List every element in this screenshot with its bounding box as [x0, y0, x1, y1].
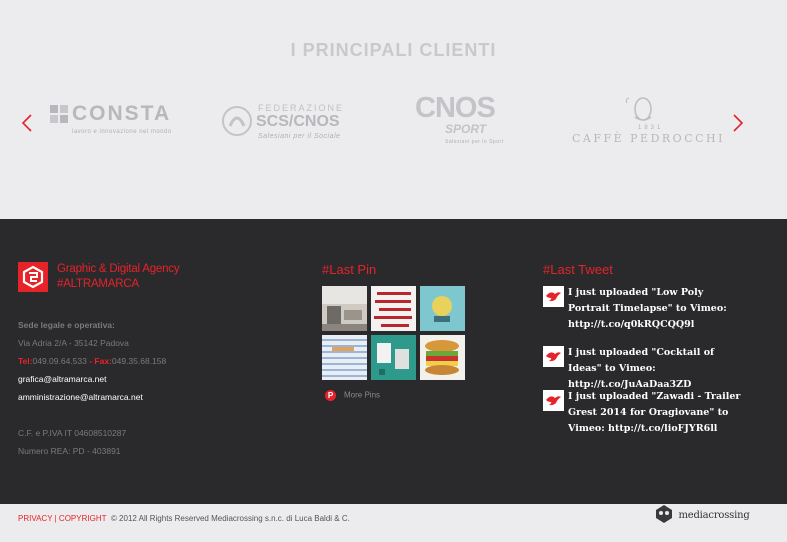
carousel-prev-button[interactable] — [20, 113, 34, 133]
clients-section: I PRINCIPALI CLIENTI CONSTA lavoro e inn… — [0, 0, 787, 219]
tweet-text[interactable]: I just uploaded "Zawadi - Trailer Grest … — [568, 389, 748, 437]
consta-tagline: lavoro e innovazione nel mondo — [72, 129, 172, 135]
mediacrossing-logo[interactable]: mediacrossing — [654, 504, 750, 526]
contact-phone-line: Tel:049.09.64.533 - Fax:049.35.68.158 — [18, 356, 166, 366]
footer: Graphic & Digital Agency #ALTRAMARCA Sed… — [0, 219, 787, 504]
copyright-link[interactable]: COPYRIGHT — [59, 514, 107, 523]
more-pins-label: More Pins — [344, 390, 381, 400]
pin-thumbnail[interactable] — [420, 286, 465, 331]
tweet-bird-icon — [543, 346, 564, 367]
mediacrossing-wordmark: mediacrossing — [678, 510, 750, 522]
pedrocchi-portrait-icon — [625, 97, 652, 121]
email-grafica-link[interactable]: grafica@altramarca.net — [18, 374, 106, 384]
mediacrossing-mark-icon — [656, 505, 672, 523]
chevron-left-icon — [21, 114, 32, 132]
consta-mark-icon — [50, 105, 68, 123]
brand-tagline: Graphic & Digital Agency — [57, 263, 180, 275]
tweet-text[interactable]: I just uploaded "Cocktail of Ideas" to V… — [568, 345, 748, 393]
scs-top-label: FEDERAZIONE — [258, 103, 345, 113]
tweet-text[interactable]: I just uploaded "Low Poly Portrait Timel… — [568, 285, 748, 333]
pin-thumbnail[interactable] — [371, 286, 416, 331]
tel-label: Tel: — [18, 356, 33, 366]
altramarca-logo-icon[interactable] — [18, 262, 48, 292]
pin-thumbnail[interactable] — [420, 335, 465, 380]
brand-hashtag[interactable]: #ALTRAMARCA — [57, 278, 139, 290]
email-amministrazione-link[interactable]: amministrazione@altramarca.net — [18, 392, 143, 402]
consta-wordmark: CONSTA — [72, 102, 172, 125]
client-logo-pedrocchi[interactable]: 1831 CAFFÈ PEDROCCHI — [570, 95, 722, 150]
scs-tagline: Salesiani per il Sociale — [258, 133, 341, 140]
tel-value: 049.09.64.533 — [32, 356, 87, 366]
cnos-wordmark: CNOS — [415, 92, 496, 124]
pedrocchi-wordmark: CAFFÈ PEDROCCHI — [572, 132, 725, 145]
pedrocchi-year: 1831 — [638, 125, 664, 131]
more-pins-link[interactable]: P More Pins — [325, 390, 380, 401]
scs-mark-icon — [222, 106, 252, 136]
pin-thumbnail[interactable] — [322, 286, 367, 331]
client-logo-consta[interactable]: CONSTA lavoro e innovazione nel mondo — [50, 95, 200, 150]
vat-number: C.F. e P.IVA IT 04608510287 — [18, 428, 127, 438]
last-tweet-title: #Last Tweet — [543, 262, 613, 277]
tweet-bird-icon — [543, 286, 564, 307]
chevron-right-icon — [733, 114, 744, 132]
client-logo-scs-cnos[interactable]: FEDERAZIONE SCS/CNOS Salesiani per il So… — [222, 95, 367, 150]
carousel-next-button[interactable] — [731, 113, 745, 133]
client-logo-cnos-sport[interactable]: CNOS SPORT Salesiani per lo Sport — [415, 92, 530, 150]
scs-wordmark: SCS/CNOS — [256, 113, 340, 130]
clients-title: I PRINCIPALI CLIENTI — [290, 40, 497, 60]
pinterest-icon: P — [325, 390, 336, 401]
last-pin-title: #Last Pin — [322, 262, 377, 277]
contact-address: Via Adria 2/A - 35142 Padova — [18, 338, 129, 348]
rea-number: Numero REA: PD - 403891 — [18, 446, 121, 456]
cnos-sport-label: SPORT — [445, 122, 487, 136]
fax-label: - Fax: — [86, 356, 112, 366]
bottom-bar: PRIVACY | COPYRIGHT © 2012 All Rights Re… — [0, 504, 787, 542]
contact-heading: Sede legale e operativa: — [18, 320, 115, 330]
privacy-link[interactable]: PRIVACY — [18, 514, 52, 523]
tweet-bird-icon — [543, 390, 564, 411]
cnos-tagline: Salesiani per lo Sport — [445, 139, 504, 145]
pin-thumbnail[interactable] — [371, 335, 416, 380]
fax-value: 049.35.68.158 — [111, 356, 167, 366]
pin-thumbnail[interactable] — [322, 335, 367, 380]
rights-text: © 2012 All Rights Reserved Mediacrossing… — [110, 514, 350, 523]
legal-links: PRIVACY | COPYRIGHT © 2012 All Rights Re… — [18, 514, 350, 523]
